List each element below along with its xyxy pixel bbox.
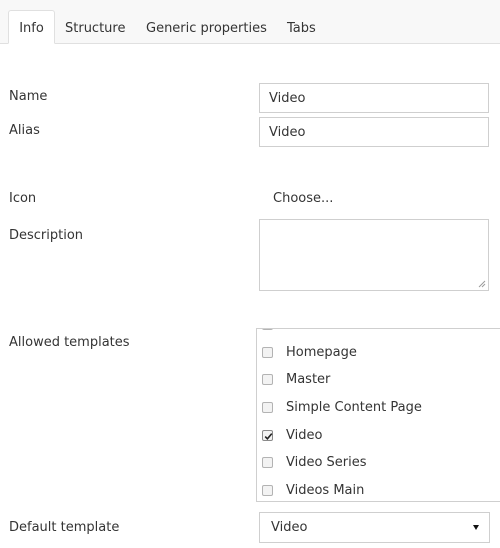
checkbox-icon[interactable] bbox=[262, 485, 273, 497]
template-label: Videos Main bbox=[286, 483, 365, 499]
default-template-label: Default template bbox=[9, 520, 120, 535]
template-label: Homepage bbox=[286, 344, 357, 360]
templates-scroll-content: Articles Main Homepage Master Simple Conten… bbox=[257, 329, 500, 501]
checkbox-icon[interactable] bbox=[262, 346, 273, 358]
alias-input[interactable] bbox=[259, 117, 489, 147]
tab-bar: Info Structure Generic properties Tabs bbox=[0, 0, 500, 44]
name-input[interactable] bbox=[259, 83, 489, 113]
name-label: Name bbox=[9, 89, 48, 104]
template-item[interactable]: Simple Content Page bbox=[257, 394, 500, 422]
template-label: Video bbox=[286, 427, 323, 443]
template-label: Articles Main bbox=[286, 329, 370, 339]
template-item[interactable]: Video Series bbox=[257, 449, 500, 477]
tab-generic-properties[interactable]: Generic properties bbox=[146, 10, 267, 44]
tab-structure[interactable]: Structure bbox=[65, 10, 125, 44]
tab-info[interactable]: Info bbox=[8, 10, 55, 44]
choose-icon-button[interactable]: Choose... bbox=[273, 191, 333, 206]
template-item[interactable]: Homepage bbox=[257, 339, 500, 367]
template-item[interactable]: Video bbox=[257, 422, 500, 450]
default-template-select[interactable]: Video bbox=[259, 512, 490, 543]
default-template-value: Video bbox=[271, 520, 308, 535]
checkbox-icon[interactable] bbox=[262, 402, 273, 414]
template-label: Master bbox=[286, 372, 331, 388]
template-item[interactable]: Articles Main bbox=[257, 329, 500, 339]
allowed-templates-list[interactable]: Articles Main Homepage Master Simple Conten… bbox=[256, 328, 500, 502]
checkbox-icon[interactable] bbox=[262, 329, 273, 330]
description-label: Description bbox=[9, 228, 84, 243]
allowed-templates-label: Allowed templates bbox=[9, 335, 130, 350]
checkbox-icon[interactable] bbox=[262, 374, 273, 386]
template-label: Simple Content Page bbox=[286, 400, 422, 416]
checkbox-checked-icon[interactable] bbox=[262, 429, 273, 441]
resize-grip-icon[interactable] bbox=[478, 280, 486, 288]
tab-tabs[interactable]: Tabs bbox=[287, 10, 316, 44]
template-item[interactable]: Master bbox=[257, 366, 500, 394]
description-textarea[interactable] bbox=[259, 219, 489, 291]
checkbox-icon[interactable] bbox=[262, 457, 273, 469]
template-label: Video Series bbox=[286, 455, 367, 471]
alias-label: Alias bbox=[9, 123, 40, 138]
template-item[interactable]: Videos Main bbox=[257, 477, 500, 501]
icon-label: Icon bbox=[9, 191, 37, 206]
caret-down-icon bbox=[473, 525, 479, 530]
